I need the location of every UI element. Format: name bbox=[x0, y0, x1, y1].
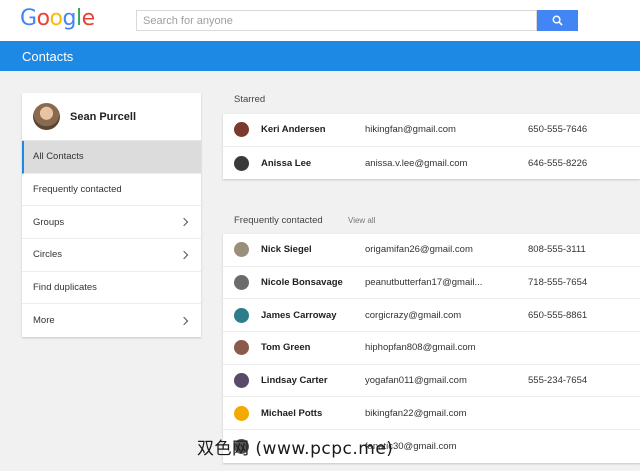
contact-phone: 718-555-7654 bbox=[528, 277, 588, 289]
profile-header[interactable]: Sean Purcell bbox=[22, 93, 201, 141]
contact-email: hikingfan@gmail.com bbox=[365, 124, 456, 136]
sidebar-item-find-duplicates[interactable]: Find duplicates bbox=[22, 272, 201, 305]
contact-name: James Carroway bbox=[261, 309, 337, 321]
sidebar-item-label: Circles bbox=[33, 249, 63, 261]
chevron-right-icon bbox=[179, 316, 189, 326]
logo-letter: g bbox=[62, 6, 77, 31]
contact-row[interactable]: James Carroway corgicrazy@gmail.com 650-55… bbox=[223, 299, 640, 333]
contact-name: Keri Andersen bbox=[261, 124, 326, 136]
contact-email: bikingfan22@gmail.com bbox=[365, 407, 467, 419]
profile-name: Sean Purcell bbox=[70, 110, 137, 123]
logo-letter: o bbox=[36, 6, 50, 31]
chevron-right-icon bbox=[179, 217, 189, 227]
starred-heading: Starred bbox=[234, 94, 266, 105]
chevron-right-icon bbox=[179, 250, 189, 260]
contact-email: origamifan26@gmail.com bbox=[365, 244, 473, 256]
sidebar-item-label: All Contacts bbox=[33, 151, 84, 163]
contact-phone: 555-234-7654 bbox=[528, 375, 588, 387]
contact-row[interactable]: Michael Potts bikingfan22@gmail.com bbox=[223, 397, 640, 431]
sidebar-item-label: Groups bbox=[33, 216, 65, 228]
contact-email: hiphopfan808@gmail.com bbox=[365, 342, 476, 354]
starred-card: Keri Andersen hikingfan@gmail.com 650-555-… bbox=[223, 114, 640, 180]
sidebar-item-label: Frequently contacted bbox=[33, 184, 122, 196]
contact-email: peanutbutterfan17@gmail... bbox=[365, 277, 483, 289]
contact-phone: 808-555-3111 bbox=[528, 244, 586, 256]
contact-row[interactable]: Anissa Lee anissa.v.lee@gmail.com 646-555-… bbox=[223, 147, 640, 180]
contact-row[interactable]: Keri Andersen hikingfan@gmail.com 650-555-… bbox=[223, 114, 640, 147]
app-bar: Contacts bbox=[0, 41, 640, 71]
avatar bbox=[234, 340, 249, 356]
contact-row[interactable]: Tom Green hiphopfan808@gmail.com bbox=[223, 332, 640, 365]
contact-email: yogafan011@gmail.com bbox=[365, 375, 467, 387]
app-title: Contacts bbox=[22, 49, 74, 64]
avatar bbox=[234, 155, 249, 171]
logo-letter: e bbox=[81, 6, 96, 31]
contact-name: Nick Siegel bbox=[261, 244, 312, 256]
sidebar-item-frequently-contacted[interactable]: Frequently contacted bbox=[22, 174, 201, 207]
sidebar-item-circles[interactable]: Circles bbox=[22, 239, 201, 272]
contact-row[interactable]: Nicole Bonsavage peanutbutterfan17@gmail.… bbox=[223, 267, 640, 300]
sidebar-item-groups[interactable]: Groups bbox=[22, 206, 201, 240]
watermark: 双色网 (www.pcpc.me) bbox=[197, 439, 394, 459]
avatar bbox=[234, 373, 249, 389]
avatar bbox=[234, 275, 249, 291]
google-logo[interactable]: Google bbox=[20, 6, 95, 31]
contact-email: corgicrazy@gmail.com bbox=[365, 309, 462, 321]
contact-phone: 650-555-8861 bbox=[528, 309, 588, 321]
sidebar-item-label: More bbox=[33, 315, 55, 327]
contact-name: Lindsay Carter bbox=[261, 375, 328, 387]
contact-name: Nicole Bonsavage bbox=[261, 277, 343, 289]
contact-row[interactable]: Nick Siegel origamifan26@gmail.com 808-555… bbox=[223, 234, 640, 267]
contact-phone: 646-555-8226 bbox=[528, 157, 588, 169]
avatar bbox=[234, 405, 249, 421]
top-bar: Google Search for anyone bbox=[0, 0, 640, 41]
search-button[interactable] bbox=[537, 10, 578, 31]
sidebar-item-more[interactable]: More bbox=[22, 304, 201, 337]
contact-email: anissa.v.lee@gmail.com bbox=[365, 157, 468, 169]
search-input[interactable]: Search for anyone bbox=[136, 10, 537, 31]
frequent-card: Nick Siegel origamifan26@gmail.com 808-555… bbox=[223, 234, 640, 463]
logo-letter: o bbox=[49, 6, 63, 31]
sidebar: Sean Purcell All Contacts Frequently cont… bbox=[22, 93, 201, 337]
view-all-link[interactable]: View all bbox=[348, 216, 375, 225]
contact-name: Tom Green bbox=[261, 342, 311, 354]
contact-phone: 650-555-7646 bbox=[528, 124, 588, 136]
contact-row[interactable]: Lindsay Carter yogafan011@gmail.com 555-23… bbox=[223, 365, 640, 398]
contact-name: Anissa Lee bbox=[261, 157, 312, 169]
avatar bbox=[234, 307, 249, 323]
search-icon bbox=[552, 15, 563, 26]
avatar bbox=[234, 242, 249, 258]
frequent-heading: Frequently contacted bbox=[234, 215, 323, 226]
sidebar-item-all-contacts[interactable]: All Contacts bbox=[22, 141, 201, 174]
contact-name: Michael Potts bbox=[261, 407, 323, 419]
logo-letter: G bbox=[20, 6, 37, 31]
avatar bbox=[234, 122, 249, 138]
sidebar-item-label: Find duplicates bbox=[33, 282, 97, 294]
avatar bbox=[33, 103, 60, 130]
